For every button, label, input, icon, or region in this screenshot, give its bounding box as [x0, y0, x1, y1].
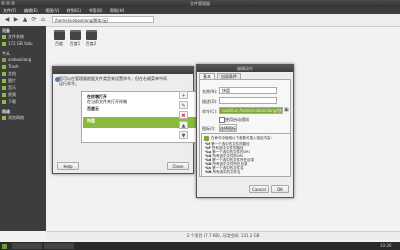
file-item[interactable]: 百度 [52, 30, 66, 47]
file-icon [85, 30, 97, 40]
drive-icon [2, 35, 6, 39]
sidebar-item-filesystem[interactable]: 文件系统 [2, 34, 44, 40]
custom-actions-dialog: 您可以在管理器根据文件类型来设置命令，但在右键菜单中再运行命令。 在终端打开 在… [52, 66, 231, 174]
taskbar-item[interactable] [44, 243, 74, 249]
parameters-help-box: 在命令中使用以下参数可插入相应内容： %f 第一个选中的文件的路径 %F 所有选… [201, 133, 291, 177]
icon-label: 图标(I): [202, 126, 216, 131]
move-down-button[interactable]: ▼ [179, 131, 188, 139]
description-label: 描述(D): [202, 99, 218, 104]
add-action-button[interactable]: + [179, 91, 188, 99]
forward-icon[interactable]: ▶ [12, 16, 20, 24]
edit-action-button[interactable]: ✎ [179, 101, 188, 109]
browse-folder-icon[interactable]: ▣ [284, 107, 290, 114]
sidebar-item-pictures[interactable]: 图片 [2, 78, 44, 84]
name-label: 名称(N): [202, 89, 218, 94]
sidebar-item-home[interactable]: xiebooliang [2, 57, 44, 63]
sidebar-item-music[interactable]: 音乐 [2, 85, 44, 91]
command-label: 命令(C): [202, 109, 218, 114]
sidebar-item-documents[interactable]: 文档 [2, 71, 44, 77]
back-icon[interactable]: ◀ [3, 16, 11, 24]
file-icon [53, 30, 65, 40]
refresh-icon[interactable]: ⟳ [30, 16, 38, 24]
choose-icon-button[interactable]: 选择图标 [219, 124, 237, 132]
command-field[interactable]: nautilus /home/xiebooliang/快盘 %f [219, 107, 283, 114]
folder-icon [2, 100, 6, 104]
startup-notify-label: 使用启动通知 [225, 117, 249, 122]
sidebar-item-label: 下载 [8, 99, 16, 104]
folder-icon [2, 93, 6, 97]
sidebar-item-downloads[interactable]: 下载 [2, 99, 44, 105]
title-bar[interactable]: 文件管理器 [0, 0, 400, 7]
clock[interactable]: 10:26 [380, 243, 392, 249]
folder-icon [2, 79, 6, 83]
move-up-button[interactable]: ▲ [179, 121, 188, 129]
taskbar: 10:26 [0, 242, 400, 250]
menu-launcher-icon[interactable] [2, 243, 7, 249]
dialog-title-bar[interactable]: 编辑动作 [197, 65, 293, 72]
sidebar: 设备 文件系统 172 GB Volu 个人 xiebooliang Trash… [0, 26, 46, 231]
name-field[interactable]: 快盘 [219, 87, 277, 94]
drive-icon [2, 42, 6, 46]
dialog-message: 您可以在管理器根据文件类型来设置命令，但在右键菜单中再运行命令。 [59, 76, 167, 86]
sidebar-item-label: 音乐 [8, 85, 16, 90]
taskbar-item[interactable] [12, 243, 42, 249]
sidebar-item-label: Trash [8, 64, 19, 69]
ok-button[interactable]: OK [271, 185, 289, 193]
help-intro: 在命令中使用以下参数可插入相应内容： [211, 136, 274, 140]
info-icon [55, 77, 60, 82]
file-name: 百度1 [69, 41, 81, 46]
location-bar[interactable]: /home/xiebooliang/脚本/云/ [52, 16, 154, 23]
status-bar: 3 个项目 (7.7 KB), 可用空间: 131.2 GB [46, 231, 400, 240]
home-icon[interactable]: ⌂ [39, 16, 47, 24]
sidebar-item-label: 文件系统 [8, 34, 24, 39]
file-item[interactable]: 百度1 [68, 30, 82, 47]
file-icon [69, 30, 81, 40]
param-desc: 所有选中的文件名 [212, 170, 241, 174]
mint-logo-icon [2, 243, 7, 249]
network-icon [2, 116, 6, 120]
sidebar-item-label: 文档 [8, 71, 16, 76]
folder-icon [2, 86, 6, 90]
sidebar-item-label: 视频 [8, 92, 16, 97]
sidebar-item-trash[interactable]: Trash [2, 64, 44, 70]
up-icon[interactable]: ▲ [21, 16, 29, 24]
close-button[interactable]: Close [167, 162, 189, 170]
file-name: 百度2 [85, 41, 97, 46]
cancel-button[interactable]: Cancel [249, 185, 269, 193]
description-field[interactable] [219, 97, 277, 104]
param-code: %N [205, 170, 212, 174]
folder-icon [2, 72, 6, 76]
sidebar-item-videos[interactable]: 视频 [2, 92, 44, 98]
trash-icon [2, 65, 6, 69]
help-button[interactable]: Help [57, 162, 79, 170]
menu-bar: 文件(F) 编辑(E) 视图(V) 转到(G) 书签(B) 帮助(H) [0, 7, 400, 14]
file-item[interactable]: 百度2 [84, 30, 98, 47]
delete-action-button[interactable]: ✖ [179, 111, 188, 119]
sidebar-item-label: xiebooliang [8, 57, 32, 62]
sidebar-item-label: 172 GB Volu [8, 41, 33, 46]
sidebar-item-browse-network[interactable]: 浏览网络 [2, 115, 44, 121]
file-name: 百度 [55, 41, 63, 46]
info-icon [204, 136, 209, 141]
edit-action-dialog: 编辑动作 基本 出现条件 名称(N): 快盘 描述(D): 命令(C): nau… [196, 64, 294, 198]
sidebar-item-volume[interactable]: 172 GB Volu [2, 41, 44, 47]
dialog-title-bar[interactable] [53, 67, 193, 74]
sidebar-item-label: 浏览网络 [8, 115, 24, 120]
sidebar-item-label: 图片 [8, 78, 16, 83]
home-folder-icon [2, 58, 6, 62]
